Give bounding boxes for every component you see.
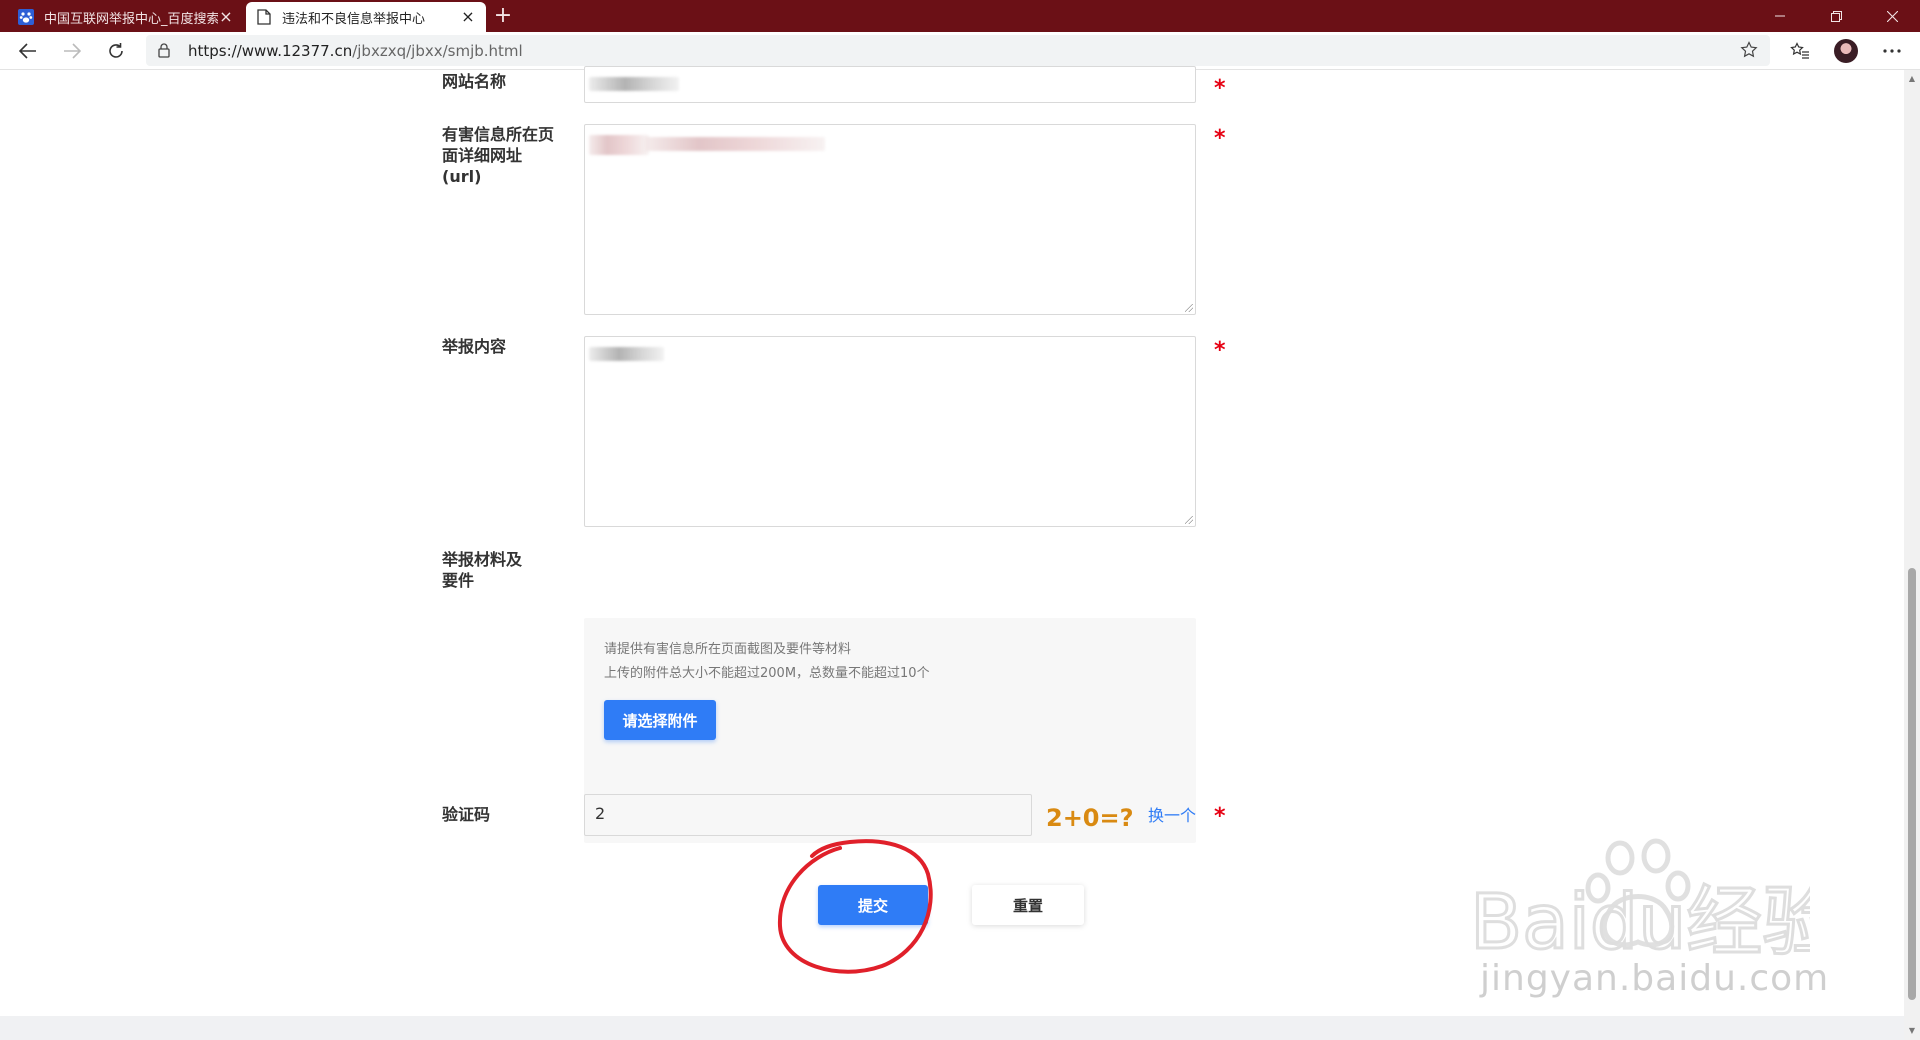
site-name-input[interactable] [584, 66, 1196, 103]
redacted-text [645, 137, 825, 151]
choose-attachment-button[interactable]: 请选择附件 [604, 700, 716, 740]
redacted-text [589, 347, 664, 361]
document-icon [256, 9, 272, 25]
scroll-up-icon[interactable]: ▲ [1904, 72, 1920, 86]
reset-button[interactable]: 重置 [972, 885, 1084, 925]
site-name-label: 网站名称 [442, 72, 507, 91]
watermark-brand: Baidu经验 [1470, 877, 1810, 966]
scroll-down-icon[interactable]: ▼ [1904, 1024, 1920, 1038]
url-label: 有害信息所在页面详细网址(url) [442, 125, 555, 186]
url-text[interactable]: https://www.12377.cn/jbxzxq/jbxx/smjb.ht… [188, 42, 523, 60]
tab-title: 中国互联网举报中心_百度搜索 [44, 11, 218, 27]
report-content-label: 举报内容 [442, 337, 507, 356]
avatar [1834, 39, 1858, 63]
scroll-thumb[interactable] [1908, 568, 1916, 1000]
captcha-image[interactable]: 2+0=? [1046, 798, 1138, 832]
profile-avatar[interactable] [1832, 37, 1860, 65]
url-host: https://www.12377.cn [188, 42, 353, 60]
url-path: /jbxzxq/jbxx/smjb.html [352, 42, 523, 60]
required-mark: * [1214, 126, 1226, 151]
tab-report-center[interactable]: 违法和不良信息举报中心 × [246, 2, 486, 32]
required-mark: * [1214, 804, 1226, 829]
upload-hint: 请提供有害信息所在页面截图及要件等材料 [604, 642, 852, 657]
captcha-refresh-link[interactable]: 换一个 [1148, 802, 1196, 826]
redacted-text [589, 77, 679, 91]
captcha-text: 2+0=? [1046, 804, 1134, 832]
url-textarea[interactable] [584, 124, 1196, 315]
address-bar[interactable]: https://www.12377.cn/jbxzxq/jbxx/smjb.ht… [146, 35, 1770, 66]
page-scrollbar[interactable]: ▲ ▼ [1904, 70, 1920, 1040]
captcha-label: 验证码 [442, 805, 491, 824]
back-arrow-icon[interactable] [14, 37, 42, 65]
favorite-star-icon[interactable] [1740, 41, 1758, 63]
refresh-icon[interactable] [102, 37, 130, 65]
forward-arrow-icon[interactable] [58, 37, 86, 65]
browser-titlebar: 中国互联网举报中心_百度搜索 × 违法和不良信息举报中心 × + [0, 0, 1920, 32]
favorites-list-icon[interactable] [1786, 37, 1814, 65]
required-mark: * [1214, 76, 1226, 101]
required-mark: * [1214, 338, 1226, 363]
browser-toolbar: https://www.12377.cn/jbxzxq/jbxx/smjb.ht… [0, 32, 1920, 70]
restore-icon[interactable] [1808, 0, 1864, 32]
window-controls [1752, 0, 1920, 32]
annotation-circle [777, 839, 933, 974]
tab-title: 违法和不良信息举报中心 [282, 11, 426, 27]
lock-icon[interactable] [158, 43, 170, 62]
materials-label: 举报材料及要件 [442, 550, 523, 590]
more-menu-icon[interactable] [1878, 37, 1906, 65]
tab-baidu-search[interactable]: 中国互联网举报中心_百度搜索 × [8, 2, 244, 32]
close-window-icon[interactable] [1864, 0, 1920, 32]
close-icon[interactable]: × [460, 9, 476, 25]
report-content-textarea[interactable] [584, 336, 1196, 527]
new-tab-icon[interactable]: + [490, 4, 516, 30]
report-form-page: 网站名称 * 有害信息所在页面详细网址(url) * 举报内容 * 举报材料及要… [0, 66, 1904, 1016]
redacted-text [589, 135, 649, 155]
minimize-icon[interactable] [1752, 0, 1808, 32]
upload-limit-hint: 上传的附件总大小不能超过200M，总数量不能超过10个 [604, 666, 930, 681]
captcha-input[interactable]: 2 [584, 794, 1032, 836]
close-icon[interactable]: × [218, 9, 234, 25]
baidu-paw-icon [18, 9, 34, 25]
watermark-domain: jingyan.baidu.com [1480, 958, 1830, 999]
page-footer-strip [0, 1016, 1904, 1040]
